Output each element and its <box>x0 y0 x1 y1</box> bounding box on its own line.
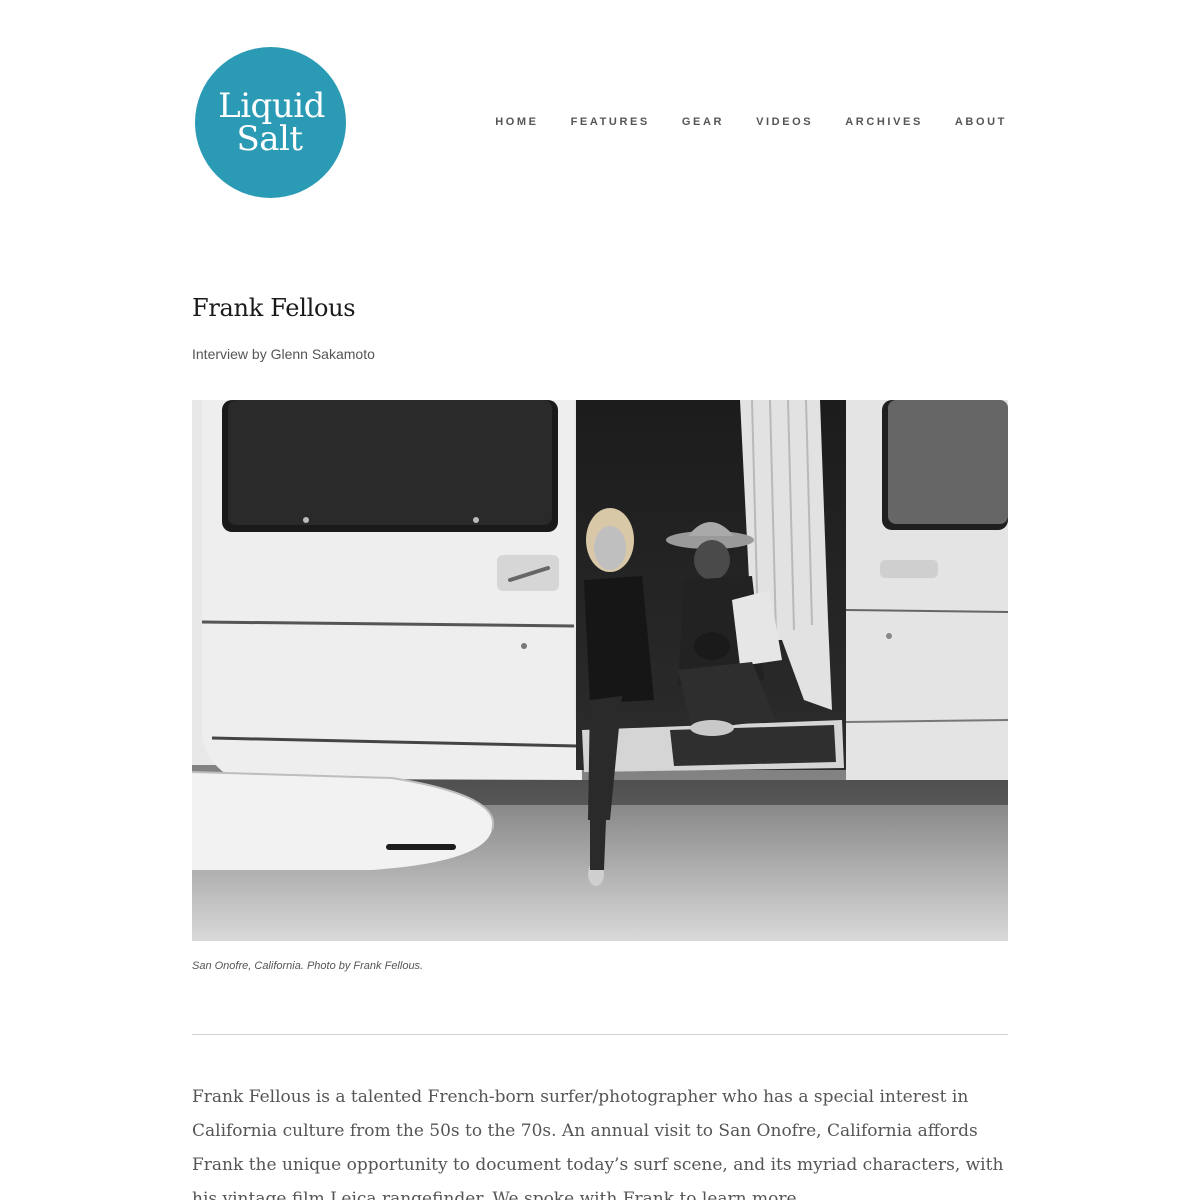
nav-videos[interactable]: VIDEOS <box>756 114 813 130</box>
main-navigation: HOME FEATURES GEAR VIDEOS ARCHIVES ABOUT <box>495 114 1007 130</box>
site-logo[interactable]: Liquid Salt <box>195 47 346 198</box>
logo-text-liquid: Liquid <box>218 85 325 126</box>
hero-photo-illustration <box>192 400 1008 941</box>
photo-caption: San Onofre, California. Photo by Frank F… <box>192 960 424 972</box>
nav-gear[interactable]: GEAR <box>682 114 724 130</box>
article-byline: Interview by Glenn Sakamoto <box>192 346 375 362</box>
content-divider <box>192 1034 1008 1035</box>
logo-text-salt: Salt <box>236 118 303 159</box>
nav-features[interactable]: FEATURES <box>571 114 650 130</box>
nav-home[interactable]: HOME <box>495 114 538 130</box>
article-intro-paragraph: Frank Fellous is a talented French-born … <box>192 1087 1004 1200</box>
nav-about[interactable]: ABOUT <box>955 114 1007 130</box>
nav-archives[interactable]: ARCHIVES <box>845 114 923 130</box>
article-title: Frank Fellous <box>192 294 356 322</box>
hero-photo <box>192 400 1008 941</box>
